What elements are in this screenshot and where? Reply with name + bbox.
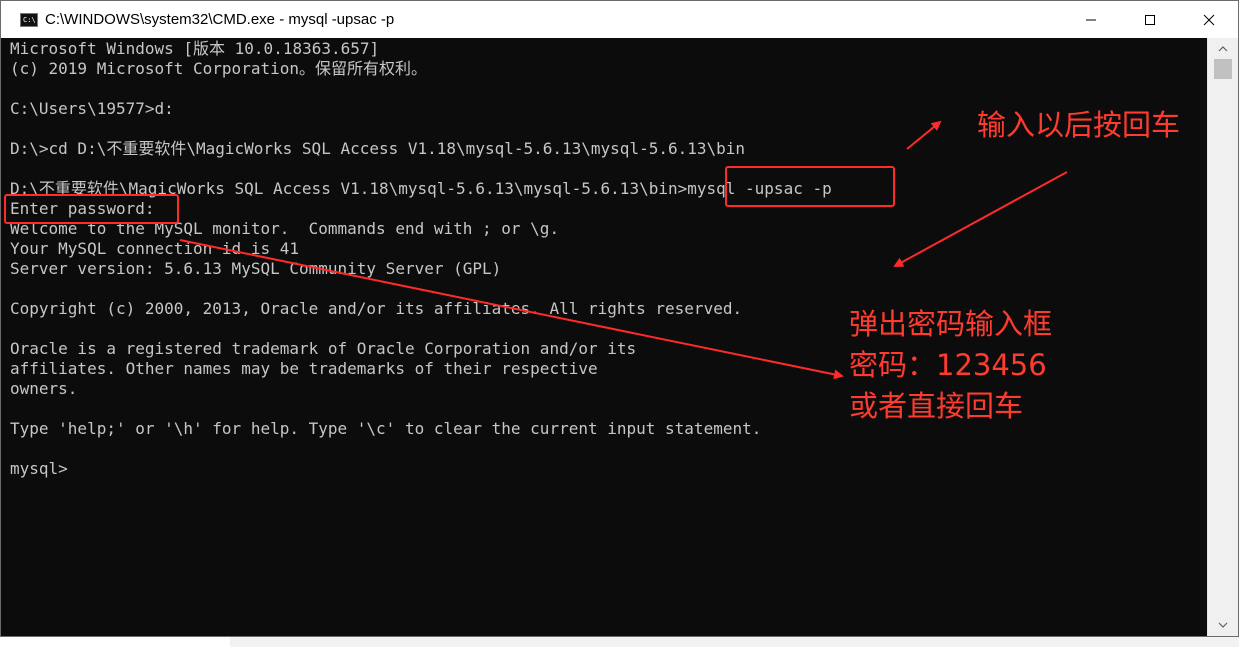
window-title: C:\WINDOWS\system32\CMD.exe - mysql -ups… (45, 11, 395, 28)
scroll-up-button[interactable] (1208, 40, 1238, 58)
scroll-down-button[interactable] (1208, 616, 1238, 634)
console-line: Server version: 5.6.13 MySQL Community S… (10, 259, 502, 278)
console-line: affiliates. Other names may be trademark… (10, 359, 598, 378)
console-line: Microsoft Windows [版本 10.0.18363.657] (10, 39, 380, 58)
console-line: owners. (10, 379, 78, 398)
annotation-or-note: 或者直接回车 (849, 389, 1024, 423)
console-line: D:\>cd D:\不重要软件\MagicWorks SQL Access V1… (10, 139, 746, 158)
mysql-prompt: mysql> (10, 459, 68, 478)
minimize-icon (1085, 19, 1096, 20)
scroll-thumb[interactable] (1214, 59, 1232, 79)
cmd-window: C:\ C:\WINDOWS\system32\CMD.exe - mysql … (0, 0, 1239, 637)
vertical-scrollbar[interactable] (1207, 38, 1238, 636)
console-line: Type 'help;' or '\h' for help. Type '\c'… (10, 419, 762, 438)
console-line: (c) 2019 Microsoft Corporation。保留所有权利。 (10, 59, 427, 78)
cmd-app-icon: C:\ (20, 12, 38, 27)
annotation-box-password (4, 194, 179, 224)
close-icon (1203, 14, 1214, 25)
maximize-icon (1144, 14, 1155, 25)
console-line: Your MySQL connection id is 41 (10, 239, 299, 258)
title-bar[interactable]: C:\ C:\WINDOWS\system32\CMD.exe - mysql … (1, 1, 1238, 38)
minimize-button[interactable] (1061, 1, 1120, 38)
console-line: C:\Users\19577>d: (10, 99, 174, 118)
annotation-enter-note: 输入以后按回车 (977, 108, 1181, 142)
close-button[interactable] (1179, 1, 1238, 38)
console-line: Oracle is a registered trademark of Orac… (10, 339, 637, 358)
window-controls (1061, 1, 1238, 38)
annotation-password-note: 密码：123456 (849, 348, 1047, 382)
chevron-down-icon (1218, 622, 1228, 628)
annotation-popup-note: 弹出密码输入框 (849, 307, 1053, 341)
maximize-button[interactable] (1120, 1, 1179, 38)
chevron-up-icon (1218, 46, 1228, 52)
background-window-strip (230, 637, 1239, 647)
annotation-box-command (725, 166, 895, 207)
console-line: Copyright (c) 2000, 2013, Oracle and/or … (10, 299, 743, 318)
